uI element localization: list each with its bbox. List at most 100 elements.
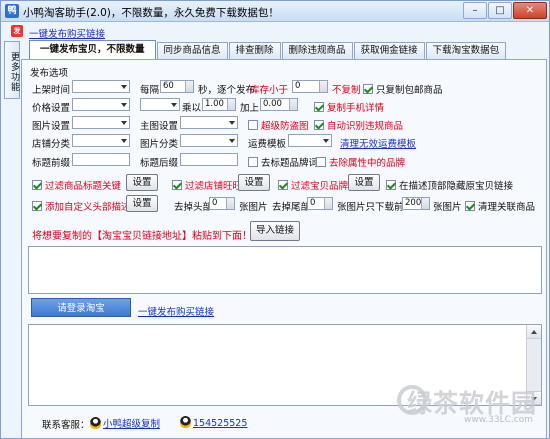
price-label: 价格设置 bbox=[32, 103, 71, 114]
price-select[interactable] bbox=[72, 98, 130, 111]
auto-detect-label: 自动识别违规商品 bbox=[327, 121, 404, 132]
filter-shops-checkbox[interactable]: 过滤店铺旺旺 bbox=[172, 178, 242, 192]
tab-sync[interactable]: 同步商品信息 bbox=[156, 42, 228, 60]
checkbox-icon bbox=[248, 120, 258, 130]
scroll-up-icon[interactable] bbox=[527, 325, 541, 339]
qq-icon bbox=[180, 416, 191, 428]
watermark-url: www.33LC.com bbox=[464, 415, 533, 425]
main-image-select[interactable] bbox=[180, 116, 238, 129]
tab-download[interactable]: 下载淘宝数据包 bbox=[425, 42, 507, 60]
checkbox-icon bbox=[248, 157, 258, 167]
filter-brands-settings-button[interactable]: 设置 bbox=[348, 174, 380, 191]
shipping-template-select[interactable] bbox=[288, 134, 332, 147]
tail-count-input[interactable]: 0 bbox=[307, 197, 333, 210]
price-mode-select[interactable] bbox=[140, 98, 180, 111]
checkbox-icon bbox=[363, 84, 373, 94]
title-suffix-input[interactable] bbox=[180, 153, 238, 166]
support-name-link[interactable]: 小鸭超级复制 bbox=[103, 419, 160, 430]
filter-keywords-settings-button[interactable]: 设置 bbox=[126, 174, 158, 191]
tab-publish[interactable]: 一键发布宝贝，不限数量 bbox=[29, 40, 156, 60]
tab-delete-violations[interactable]: 删除违规商品 bbox=[281, 42, 353, 60]
image-select[interactable] bbox=[72, 116, 130, 129]
free-shipping-checkbox[interactable]: 只复制包邮商品 bbox=[363, 82, 443, 96]
stock-input[interactable]: 0 bbox=[292, 80, 328, 93]
filter-shops-label: 过滤店铺旺旺 bbox=[185, 181, 243, 192]
qq-icon bbox=[90, 417, 101, 429]
listing-time-select[interactable] bbox=[72, 80, 130, 93]
remove-head-label: 去掉头部 bbox=[174, 202, 213, 213]
download-pic-unit: 张图片 bbox=[433, 202, 462, 213]
import-links-button[interactable]: 导入链接 bbox=[250, 221, 300, 241]
top-publish-link[interactable]: 一键发布购买链接 bbox=[29, 26, 105, 40]
mobile-detail-checkbox[interactable]: 复制手机详情 bbox=[314, 100, 384, 114]
interval-label: 每隔 bbox=[140, 85, 160, 96]
mobile-detail-label: 复制手机详情 bbox=[327, 103, 385, 114]
title-prefix-input[interactable] bbox=[72, 153, 130, 166]
filter-shops-settings-button[interactable]: 设置 bbox=[238, 174, 270, 191]
login-taobao-button[interactable]: 请登录淘宝 bbox=[31, 298, 131, 317]
custom-header-checkbox[interactable]: 添加自定义头部描述 bbox=[32, 199, 131, 213]
checkbox-icon bbox=[465, 201, 475, 211]
checkbox-icon bbox=[316, 157, 326, 167]
remove-title-brand-label: 去标题品牌词 bbox=[261, 158, 319, 169]
hide-desc-link-label: 在描述顶部隐藏原宝贝链接 bbox=[399, 181, 514, 192]
checkbox-icon bbox=[32, 201, 42, 211]
publish-icon: 发 bbox=[11, 25, 23, 37]
qq-number-link[interactable]: 154525525 bbox=[193, 418, 247, 429]
filter-brands-label: 过滤宝贝品牌 bbox=[291, 181, 349, 192]
tab-bar: 一键发布宝贝，不限数量 同步商品信息 排查删除 删除违规商品 获取佣金链接 下载… bbox=[29, 40, 507, 60]
tab-check-delete[interactable]: 排查删除 bbox=[228, 42, 281, 60]
filter-brands-checkbox[interactable]: 过滤宝贝品牌 bbox=[278, 178, 348, 192]
filter-keywords-checkbox[interactable]: 过滤商品标题关键 bbox=[32, 178, 121, 192]
maximize-button[interactable]: □ bbox=[488, 2, 512, 19]
custom-header-label: 添加自定义头部描述 bbox=[45, 202, 131, 213]
tab-commission[interactable]: 获取佣金链接 bbox=[353, 42, 425, 60]
stock-less-label: 库存小于 bbox=[250, 85, 289, 96]
publish-panel: 发布选项 上架时间 每隔 60 秒，逐个发布 库存小于 0 不复制 只复制包邮商… bbox=[21, 59, 547, 439]
app-icon: 鸭 bbox=[5, 4, 19, 18]
shop-category-select[interactable] bbox=[72, 134, 130, 147]
head-count-input[interactable]: 0 bbox=[209, 197, 235, 210]
more-features-button[interactable]: 更多功能 bbox=[4, 41, 20, 99]
auto-detect-checkbox[interactable]: 自动识别违规商品 bbox=[314, 118, 403, 132]
remove-tail-label: 去掉尾部 bbox=[272, 202, 311, 213]
add-input[interactable]: 0.00 bbox=[260, 98, 298, 111]
contact-label: 联系客服： bbox=[42, 420, 90, 431]
interval-suffix: 秒，逐个发布 bbox=[198, 85, 256, 96]
custom-header-settings-button[interactable]: 设置 bbox=[126, 195, 158, 212]
add-label: 加上 bbox=[240, 103, 260, 114]
clear-related-checkbox[interactable]: 清理关联商品 bbox=[465, 199, 535, 213]
close-button[interactable]: ✕ bbox=[513, 2, 547, 19]
remove-attr-brand-checkbox[interactable]: 去除属性中的品牌 bbox=[316, 155, 405, 169]
title-prefix-label: 标题前缀 bbox=[32, 158, 71, 169]
paste-prompt: 将想要复制的【淘宝宝贝链接地址】粘贴到下面！ bbox=[32, 231, 252, 242]
multiply-input[interactable]: 1.00 bbox=[202, 98, 236, 111]
anti-theft-checkbox[interactable]: 超级防盗图 bbox=[248, 118, 309, 132]
interval-input[interactable]: 60 bbox=[160, 80, 194, 93]
title-suffix-label: 标题后缀 bbox=[140, 158, 179, 169]
listing-time-label: 上架时间 bbox=[32, 85, 71, 96]
link-input-area[interactable] bbox=[28, 246, 542, 294]
checkbox-icon bbox=[278, 180, 288, 190]
filter-keywords-label: 过滤商品标题关键 bbox=[45, 181, 122, 192]
download-count-input[interactable]: 200 bbox=[402, 197, 430, 210]
anti-theft-label: 超级防盗图 bbox=[261, 121, 309, 132]
title-bar: 鸭 小鸭淘客助手(2.0)，不限数量，永久免费下载数据包！ – □ ✕ bbox=[1, 1, 549, 22]
section-title: 发布选项 bbox=[30, 68, 69, 79]
support-link-wrap[interactable]: 小鸭超级复制 bbox=[90, 416, 160, 430]
image-category-select[interactable] bbox=[180, 134, 238, 147]
minimize-button[interactable]: – bbox=[463, 2, 487, 19]
qq-number-wrap[interactable]: 154525525 bbox=[180, 416, 247, 429]
main-image-label: 主图设置 bbox=[140, 121, 179, 132]
clear-shipping-link[interactable]: 清理无效运费模板 bbox=[340, 136, 416, 150]
remove-title-brand-checkbox[interactable]: 去标题品牌词 bbox=[248, 155, 318, 169]
shop-category-label: 店铺分类 bbox=[32, 139, 71, 150]
image-category-label: 图片分类 bbox=[140, 139, 179, 150]
bottom-publish-link[interactable]: 一键发布购买链接 bbox=[138, 304, 214, 318]
only-download-label: 张图片只下载前 bbox=[337, 202, 404, 213]
no-copy-label: 不复制 bbox=[332, 85, 361, 96]
hide-desc-link-checkbox[interactable]: 在描述顶部隐藏原宝贝链接 bbox=[386, 178, 513, 192]
checkbox-icon bbox=[314, 102, 324, 112]
free-shipping-label: 只复制包邮商品 bbox=[376, 85, 443, 96]
head-pic-unit: 张图片 bbox=[239, 202, 268, 213]
